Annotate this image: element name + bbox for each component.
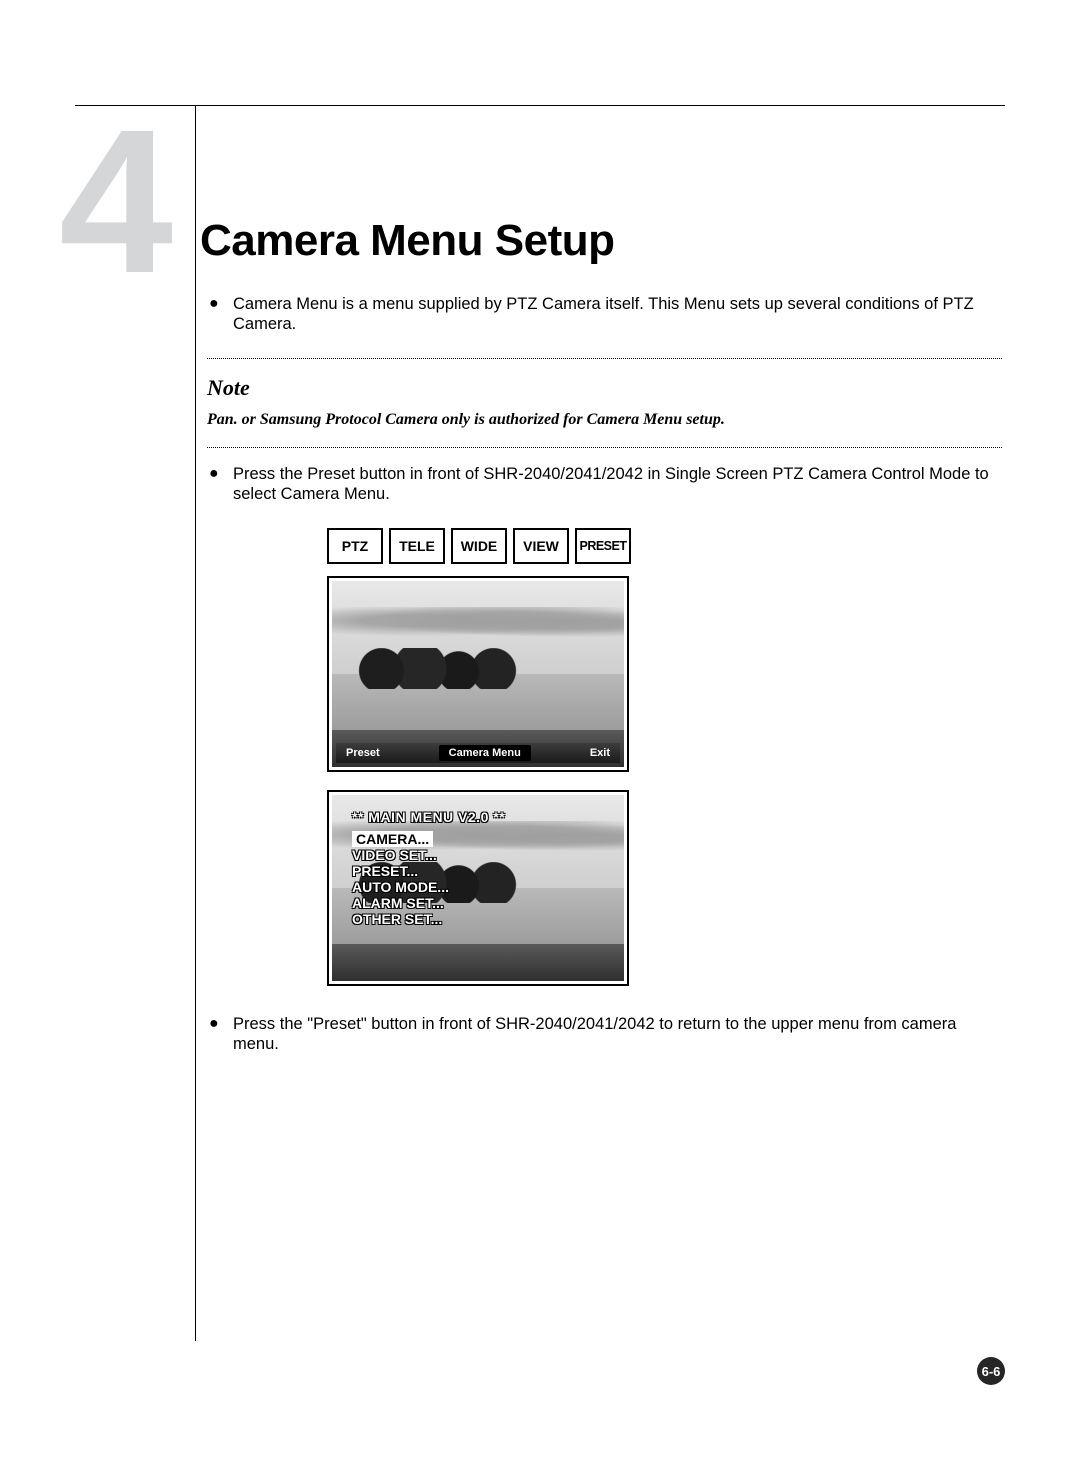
bullet-dot-icon: ● [207,1014,233,1054]
ptz-button[interactable]: PTZ [327,528,383,564]
bullet-text: Press the "Preset" button in front of SH… [233,1014,1002,1054]
bullet-dot-icon: ● [207,294,233,334]
bottom-bar-mid[interactable]: Camera Menu [439,745,531,761]
document-page: 4 Camera Menu Setup ● Camera Menu is a m… [75,105,1005,1385]
osd-menu-item-alarm-set[interactable]: ALARM SET... [352,895,444,911]
osd-menu-item-other-set[interactable]: OTHER SET... [352,911,442,927]
screenshot-ptz-mode: Preset Camera Menu Exit [327,576,629,772]
note-heading: Note [207,375,1002,401]
wide-button[interactable]: WIDE [451,528,507,564]
view-button[interactable]: VIEW [513,528,569,564]
bullet-dot-icon: ● [207,464,233,504]
grass-area [332,944,624,981]
bullet-text: Press the Preset button in front of SHR-… [233,464,1002,504]
page-title: Camera Menu Setup [200,216,614,266]
osd-menu-item-auto-mode[interactable]: AUTO MODE... [352,879,449,895]
osd-menu-heading: ** MAIN MENU V2.0 ** [352,809,505,825]
camera-osd-menu: ** MAIN MENU V2.0 ** CAMERA... VIDEO SET… [352,809,505,927]
bottom-bar-left[interactable]: Preset [346,747,380,759]
bullet-item: ● Press the Preset button in front of SH… [207,464,1002,504]
figure-group: PTZ TELE WIDE VIEW PRESET Preset Camera … [327,528,1002,986]
screenshot-main-menu: ** MAIN MENU V2.0 ** CAMERA... VIDEO SET… [327,790,629,986]
bullet-item: ● Camera Menu is a menu supplied by PTZ … [207,294,1002,334]
button-row: PTZ TELE WIDE VIEW PRESET [327,528,1002,564]
bullet-item: ● Press the "Preset" button in front of … [207,1014,1002,1054]
clouds-area [332,607,624,640]
bullet-text: Camera Menu is a menu supplied by PTZ Ca… [233,294,1002,334]
trees-area [350,648,525,689]
page-number-badge: 6-6 [977,1357,1005,1385]
osd-menu-item-camera[interactable]: CAMERA... [352,831,433,847]
dotted-divider [207,358,1002,359]
note-body: Pan. or Samsung Protocol Camera only is … [207,411,1002,429]
preset-button[interactable]: PRESET [575,528,631,564]
screenshot-bottom-bar: Preset Camera Menu Exit [336,743,620,763]
osd-menu-item-preset[interactable]: PRESET... [352,863,418,879]
content-area: ● Camera Menu is a menu supplied by PTZ … [207,294,1002,1078]
osd-menu-item-video-set[interactable]: VIDEO SET... [352,847,437,863]
tele-button[interactable]: TELE [389,528,445,564]
dotted-divider [207,447,1002,448]
chapter-number-bg: 4 [59,99,167,304]
vertical-divider [195,106,196,1341]
bottom-bar-right[interactable]: Exit [590,747,610,759]
